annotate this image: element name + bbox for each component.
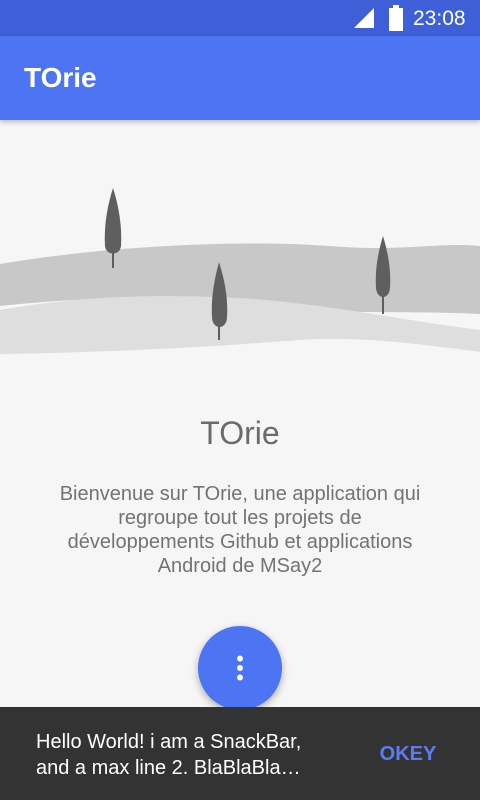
welcome-description: Bienvenue sur TOrie, une application qui… (59, 483, 421, 577)
app-screen: 23:08 TOrie TOrie Bienvenue sur TOrie, u… (0, 0, 480, 800)
status-bar: 23:08 (0, 0, 480, 36)
more-options-fab[interactable] (198, 626, 282, 710)
snackbar-action-button[interactable]: OKEY (366, 737, 450, 771)
more-vert-icon (237, 655, 243, 681)
welcome-title: TOrie (200, 415, 280, 451)
snackbar: Hello World! i am a SnackBar, and a max … (0, 707, 480, 800)
snackbar-message: Hello World! i am a SnackBar, and a max … (36, 731, 302, 779)
app-bar-title: TOrie (24, 62, 97, 93)
battery-full-icon (389, 5, 403, 31)
cell-signal-icon (354, 8, 374, 28)
status-clock: 23:08 (413, 7, 466, 30)
landscape-illustration (0, 188, 480, 354)
app-bar: TOrie (0, 36, 480, 120)
